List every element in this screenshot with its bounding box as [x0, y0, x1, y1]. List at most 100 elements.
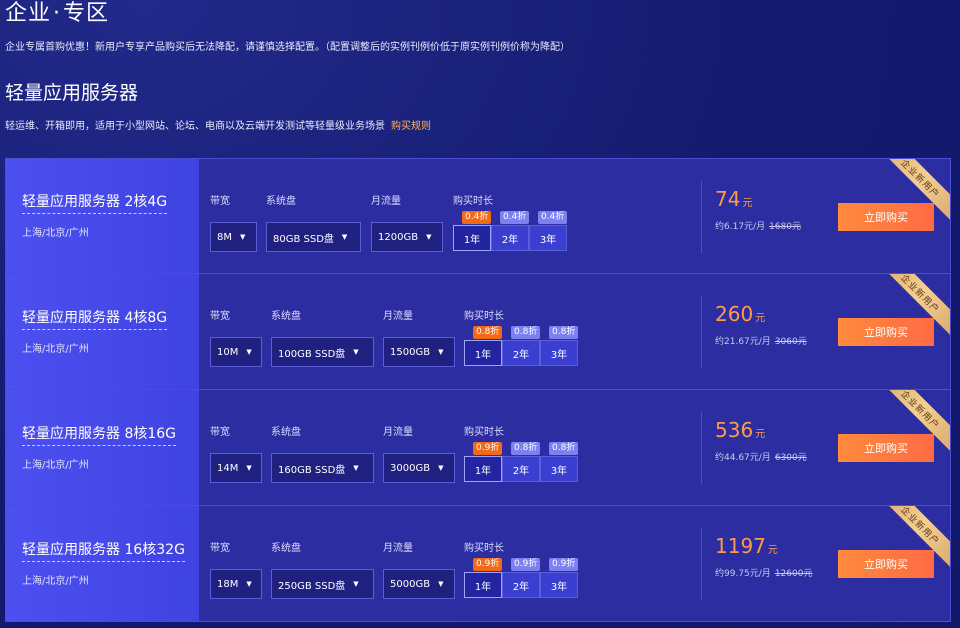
monthly-price: 约6.17元/月 — [715, 222, 766, 232]
chevron-down-icon: ▼ — [246, 464, 252, 472]
original-price: 3060元 — [774, 337, 807, 347]
duration-1y-button[interactable]: 0.8折 1年 — [464, 326, 503, 366]
monthly-price: 约99.75元/月 — [715, 569, 771, 579]
buy-now-button[interactable]: 立即购买 — [838, 318, 934, 346]
product-region: 上海/北京/广州 — [22, 343, 89, 355]
bandwidth-select[interactable]: 10M ▼ — [210, 337, 262, 367]
discount-badge: 0.9折 — [473, 558, 503, 571]
discount-badge: 0.4折 — [462, 211, 492, 224]
bandwidth-label: 带宽 — [210, 427, 230, 438]
price-block: 536 元 约44.67元/月 6300元 — [701, 412, 807, 484]
chevron-down-icon: ▼ — [353, 348, 359, 356]
discount-badge: 0.8折 — [473, 326, 503, 339]
disk-select[interactable]: 100GB SSD盘 ▼ — [271, 337, 374, 367]
traffic-select[interactable]: 3000GB ▼ — [383, 453, 455, 483]
chevron-down-icon: ▼ — [438, 580, 444, 588]
buy-now-button[interactable]: 立即购买 — [838, 434, 934, 462]
chevron-down-icon: ▼ — [438, 348, 444, 356]
product-name-link[interactable]: 轻量应用服务器 16核32G — [22, 541, 185, 562]
duration-1y-button[interactable]: 0.9折 1年 — [464, 442, 503, 482]
bandwidth-select[interactable]: 14M ▼ — [210, 453, 262, 483]
duration-label: 购买时长 — [453, 196, 493, 207]
disk-label: 系统盘 — [266, 196, 296, 207]
price-block: 1197 元 约99.75元/月 12600元 — [701, 528, 812, 600]
traffic-value: 1500GB — [390, 346, 431, 358]
duration-label-3y: 3年 — [550, 581, 568, 593]
price-unit: 元 — [755, 313, 766, 324]
duration-label-1y: 1年 — [463, 234, 481, 246]
bandwidth-label: 带宽 — [210, 543, 230, 554]
bandwidth-select[interactable]: 8M ▼ — [210, 222, 257, 252]
duration-label-2y: 2年 — [512, 465, 530, 477]
disk-select[interactable]: 160GB SSD盘 ▼ — [271, 453, 374, 483]
duration-3y-button[interactable]: 0.4折 3年 — [529, 211, 568, 251]
product-region: 上海/北京/广州 — [22, 459, 89, 471]
original-price: 1680元 — [769, 222, 801, 232]
chevron-down-icon: ▼ — [426, 233, 432, 241]
duration-label-3y: 3年 — [539, 234, 557, 246]
traffic-select[interactable]: 1500GB ▼ — [383, 337, 455, 367]
original-price: 6300元 — [774, 453, 807, 463]
buy-now-button[interactable]: 立即购买 — [838, 203, 934, 231]
bandwidth-select[interactable]: 18M ▼ — [210, 569, 262, 599]
duration-2y-button[interactable]: 0.8折 2年 — [502, 326, 541, 366]
bandwidth-value: 18M — [217, 578, 239, 590]
duration-label-3y: 3年 — [550, 465, 568, 477]
duration-2y-button[interactable]: 0.4折 2年 — [491, 211, 530, 251]
duration-3y-button[interactable]: 0.8折 3年 — [540, 442, 579, 482]
traffic-select[interactable]: 5000GB ▼ — [383, 569, 455, 599]
duration-1y-button[interactable]: 0.4折 1年 — [453, 211, 492, 251]
traffic-label: 月流量 — [371, 196, 401, 207]
chevron-down-icon: ▼ — [353, 580, 359, 588]
chevron-down-icon: ▼ — [240, 233, 246, 241]
discount-badge: 0.8折 — [549, 442, 579, 455]
disk-select[interactable]: 250GB SSD盘 ▼ — [271, 569, 374, 599]
price-unit: 元 — [755, 429, 766, 440]
discount-badge: 0.8折 — [549, 326, 579, 339]
product-name-link[interactable]: 轻量应用服务器 2核4G — [22, 193, 168, 214]
disk-label: 系统盘 — [271, 543, 301, 554]
zone-title-dot: · — [53, 1, 62, 26]
product-region: 上海/北京/广州 — [22, 575, 89, 587]
bandwidth-value: 14M — [217, 462, 239, 474]
duration-3y-button[interactable]: 0.8折 3年 — [540, 326, 579, 366]
duration-2y-button[interactable]: 0.9折 2年 — [502, 558, 541, 598]
zone-title-part-b: 专区 — [63, 1, 110, 26]
original-price: 12600元 — [774, 569, 813, 579]
chevron-down-icon: ▼ — [353, 464, 359, 472]
price-value: 260 — [715, 302, 754, 326]
duration-3y-button[interactable]: 0.9折 3年 — [540, 558, 579, 598]
duration-label-3y: 3年 — [550, 349, 568, 361]
bandwidth-label: 带宽 — [210, 311, 230, 322]
discount-badge: 0.8折 — [511, 326, 541, 339]
monthly-price: 约44.67元/月 — [715, 453, 771, 463]
chevron-down-icon: ▼ — [341, 233, 348, 241]
product-card: 轻量应用服务器 2核4G 上海/北京/广州 带宽 8M ▼ 系统盘 80GB SS… — [5, 158, 951, 274]
bandwidth-label: 带宽 — [210, 196, 230, 207]
traffic-select[interactable]: 1200GB ▼ — [371, 222, 443, 252]
zone-header: 企业·专区 企业专属首购优惠！新用户专享产品购买后无法降配，请谨慎选择配置。（配… — [5, 0, 955, 134]
price-value: 1197 — [715, 534, 766, 558]
traffic-label: 月流量 — [383, 311, 413, 322]
product-name-link[interactable]: 轻量应用服务器 8核16G — [22, 425, 177, 446]
buy-now-button[interactable]: 立即购买 — [838, 550, 934, 578]
price-unit: 元 — [767, 545, 778, 556]
bandwidth-value: 10M — [217, 346, 239, 358]
duration-label: 购买时长 — [464, 311, 504, 322]
traffic-label: 月流量 — [383, 543, 413, 554]
duration-1y-button[interactable]: 0.9折 1年 — [464, 558, 503, 598]
zone-title-part-a: 企业 — [5, 1, 52, 26]
product-info: 轻量应用服务器 2核4G 上海/北京/广州 — [6, 159, 199, 273]
product-info: 轻量应用服务器 4核8G 上海/北京/广州 — [6, 274, 199, 389]
product-card: 轻量应用服务器 8核16G 上海/北京/广州 带宽 14M ▼ 系统盘 160GB… — [5, 390, 951, 506]
product-info: 轻量应用服务器 8核16G 上海/北京/广州 — [6, 390, 199, 505]
purchase-rules-link[interactable]: 购买规则 — [391, 121, 431, 132]
duration-2y-button[interactable]: 0.8折 2年 — [502, 442, 541, 482]
duration-label-2y: 2年 — [512, 581, 530, 593]
disk-select[interactable]: 80GB SSD盘 ▼ — [266, 222, 361, 252]
discount-badge: 0.4折 — [538, 211, 568, 224]
monthly-price: 约21.67元/月 — [715, 337, 771, 347]
product-name-link[interactable]: 轻量应用服务器 4核8G — [22, 309, 168, 330]
discount-badge: 0.4折 — [500, 211, 530, 224]
traffic-label: 月流量 — [383, 427, 413, 438]
